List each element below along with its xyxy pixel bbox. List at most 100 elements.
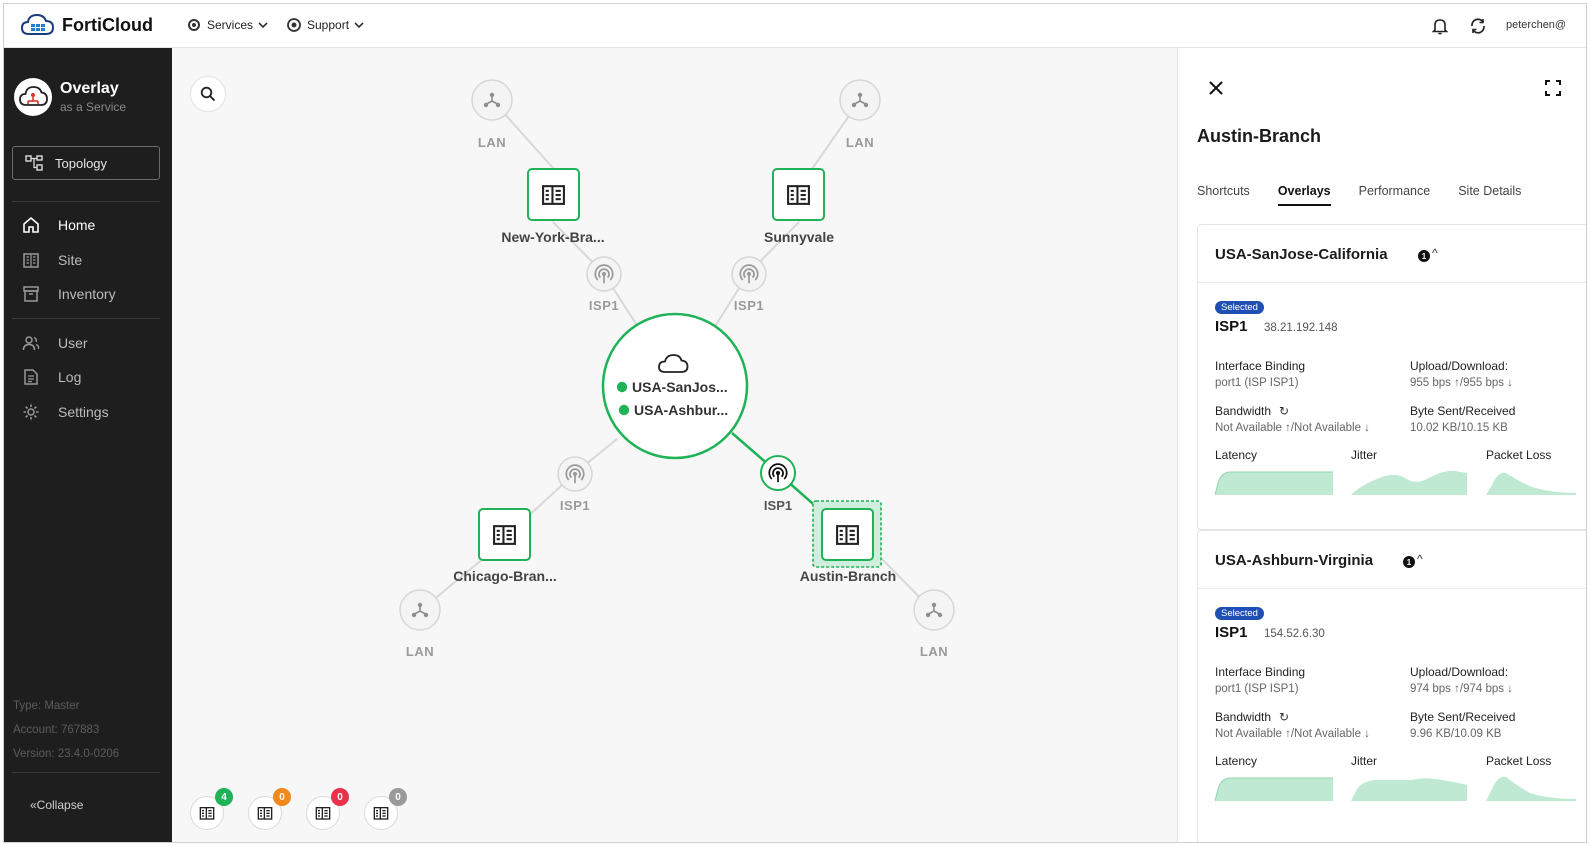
sidebar-item-label: Home (58, 217, 96, 233)
refresh-icon[interactable]: ↻ (1279, 710, 1289, 724)
status-filter-online[interactable]: 4 (190, 788, 233, 830)
collapse-button[interactable]: «Collapse (30, 798, 83, 812)
chevron-up-icon[interactable]: ^ (1417, 552, 1423, 566)
latency-sparkline (1215, 471, 1333, 495)
close-button[interactable] (1204, 76, 1228, 100)
sync-icon[interactable] (1468, 16, 1488, 36)
site-node-selected[interactable]: Austin-Branch (800, 500, 896, 584)
selected-badge: Selected (1215, 301, 1264, 314)
bandwidth-value: Not Available ↑/Not Available ↓ (1215, 728, 1370, 740)
bandwidth-label: Bandwidth (1215, 404, 1272, 418)
topology-button[interactable]: Topology (12, 146, 160, 180)
building-icon (199, 805, 215, 821)
sidebar-item-settings[interactable]: Settings (22, 403, 109, 421)
lan-node[interactable]: LAN (913, 589, 955, 659)
topology-label: Topology (55, 155, 108, 171)
forticloud-logo[interactable]: FortiCloud (20, 12, 153, 38)
site-node[interactable]: Chicago-Bran... (453, 508, 557, 584)
isp-node[interactable]: ISP1 (557, 456, 593, 513)
chevron-down-icon (258, 22, 268, 29)
status-filter-warning[interactable]: 0 (248, 788, 291, 830)
site-node[interactable]: New-York-Bra... (501, 168, 605, 245)
isp-ip: 38.21.192.148 (1264, 322, 1338, 334)
hub-overlay-label: USA-SanJos... (632, 379, 728, 395)
sidebar-divider (12, 201, 160, 202)
top-bar: FortiCloud Services Support peterchen@ (4, 4, 1586, 48)
chevron-up-icon[interactable]: ^ (1432, 246, 1438, 260)
sidebar-item-log[interactable]: Log (22, 368, 81, 386)
overlay-name: USA-SanJose-California (1215, 246, 1388, 263)
interface-binding-value: port1 (ISP ISP1) (1215, 377, 1299, 389)
tab-overlays[interactable]: Overlays (1277, 184, 1331, 206)
gear-icon (23, 404, 39, 420)
building-icon (23, 253, 39, 268)
sidebar-item-label: Settings (58, 404, 109, 420)
overlay-hub[interactable]: USA-SanJos... USA-Ashbur... (601, 312, 749, 460)
lan-node[interactable]: LAN (399, 589, 441, 659)
support-menu[interactable]: Support (286, 17, 364, 33)
site-node[interactable]: Sunnyvale (764, 168, 834, 245)
tab-shortcuts[interactable]: Shortcuts (1197, 184, 1250, 206)
jitter-label: Jitter (1351, 448, 1378, 462)
overlay-card-header[interactable]: USA-Ashburn-Virginia 1 ^ (1198, 531, 1586, 589)
brand-subtitle: as a Service (60, 100, 127, 114)
lan-label: LAN (406, 644, 434, 659)
sidebar-item-label: User (58, 335, 88, 351)
expand-button[interactable] (1542, 77, 1564, 99)
sidebar-item-site[interactable]: Site (22, 251, 82, 269)
packet-loss-label: Packet Loss (1486, 754, 1552, 768)
sidebar-divider (12, 318, 160, 319)
notification-bell-icon[interactable] (1430, 16, 1450, 36)
topology-canvas[interactable]: LAN LAN LAN LAN ISP1 ISP1 ISP1 ISP1 USA-… (172, 48, 1177, 842)
overlay-card: USA-SanJose-California 1 ^ Selected ISP1… (1197, 224, 1586, 530)
overlay-card-header[interactable]: USA-SanJose-California 1 ^ (1198, 225, 1586, 283)
sidebar-item-label: Site (58, 252, 83, 268)
status-filter-unknown[interactable]: 0 (364, 788, 407, 830)
lan-node[interactable]: LAN (839, 79, 881, 150)
sidebar-item-home[interactable]: Home (22, 216, 95, 234)
chevron-down-icon (354, 22, 364, 29)
sidebar-item-inventory[interactable]: Inventory (22, 285, 116, 303)
isp-name: ISP1 (1215, 318, 1248, 335)
updown-value: 974 bps ↑/974 bps ↓ (1410, 683, 1513, 695)
interface-binding-value: port1 (ISP ISP1) (1215, 683, 1299, 695)
bandwidth-label-row: Bandwidth ↻ (1215, 710, 1289, 724)
support-icon (287, 18, 301, 32)
hub-overlay-label: USA-Ashbur... (634, 402, 728, 418)
isp-ip: 154.52.6.30 (1264, 628, 1325, 640)
services-menu[interactable]: Services (186, 17, 268, 33)
bandwidth-label: Bandwidth (1215, 710, 1272, 724)
refresh-icon[interactable]: ↻ (1279, 404, 1289, 418)
isp-name: ISP1 (1215, 624, 1248, 641)
site-label: Chicago-Bran... (453, 568, 556, 584)
updown-value: 955 bps ↑/955 bps ↓ (1410, 377, 1513, 389)
bytes-label: Byte Sent/Received (1410, 404, 1516, 418)
site-label: New-York-Bra... (501, 229, 604, 245)
isp-node-active[interactable]: ISP1 (760, 455, 796, 513)
sidebar-item-user[interactable]: User (22, 334, 88, 352)
overlay-card: USA-Ashburn-Virginia 1 ^ Selected ISP1 1… (1197, 530, 1586, 842)
jitter-sparkline (1351, 470, 1467, 495)
tab-performance[interactable]: Performance (1359, 184, 1431, 206)
bytes-value: 10.02 KB/10.15 KB (1410, 422, 1508, 434)
status-filter-offline[interactable]: 0 (306, 788, 349, 830)
tab-site-details[interactable]: Site Details (1458, 184, 1521, 206)
overlay-count-badge: 1 (1418, 250, 1430, 262)
lan-node[interactable]: LAN (471, 79, 513, 150)
isp-node[interactable]: ISP1 (731, 256, 767, 313)
isp-node[interactable]: ISP1 (586, 256, 622, 313)
count-badge: 0 (273, 788, 291, 806)
site-label: Sunnyvale (764, 229, 834, 245)
latency-label: Latency (1215, 448, 1258, 462)
document-icon (24, 369, 38, 385)
isp-label: ISP1 (734, 298, 764, 313)
account-type: Type: Master (13, 700, 80, 712)
user-account[interactable]: peterchen@ (1506, 19, 1566, 31)
lan-label: LAN (846, 135, 874, 150)
building-icon (257, 805, 273, 821)
count-badge: 0 (331, 788, 349, 806)
overlay-count-badge: 1 (1403, 556, 1415, 568)
isp-label: ISP1 (589, 298, 619, 313)
sidebar-divider (12, 772, 160, 773)
app-window: FortiCloud Services Support peterchen@ O… (3, 3, 1587, 843)
